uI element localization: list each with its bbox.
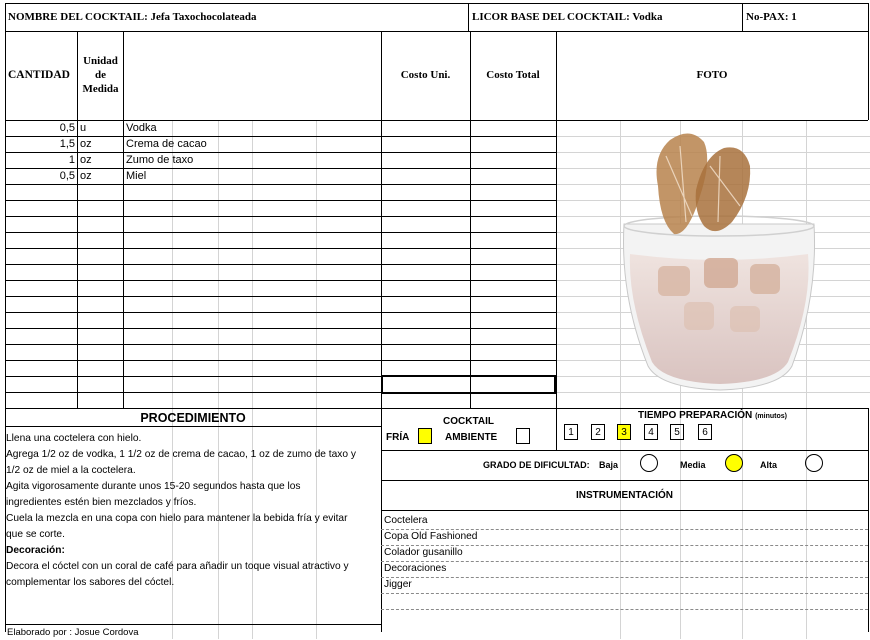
col-unit-line2: de — [95, 69, 106, 81]
instrument-item: Copa Old Fashioned — [384, 531, 478, 542]
prep-time-option[interactable]: 2 — [591, 424, 605, 440]
ingredient-qty: 1 — [68, 154, 75, 166]
prep-time-option[interactable]: 4 — [644, 424, 658, 440]
procedure-line: ingredientes estén bien mezclados y frío… — [6, 497, 197, 508]
instrument-item: Colador gusanillo — [384, 547, 463, 558]
cold-checkbox[interactable] — [418, 428, 432, 444]
ambient-label: AMBIENTE — [445, 432, 498, 443]
procedure-line: Agrega 1/2 oz de vodka, 1 1/2 oz de crem… — [6, 449, 356, 460]
difficulty-high-radio[interactable] — [805, 454, 823, 472]
difficulty-medium-radio[interactable] — [725, 454, 743, 472]
prep-time-option[interactable]: 6 — [698, 424, 712, 440]
prep-time-option[interactable]: 5 — [670, 424, 684, 440]
decoration-line: complementar los sabores del cóctel. — [6, 577, 175, 588]
ingredient-qty: 1,5 — [59, 138, 75, 150]
instrument-item: Jigger — [384, 579, 412, 590]
prep-time-unit: (minutos) — [755, 413, 787, 420]
author: Elaborado por : Josue Cordova — [7, 627, 139, 638]
difficulty-low-label: Baja — [599, 460, 619, 470]
instruments-title: INSTRUMENTACIÓN — [575, 490, 674, 501]
ingredient-unit: u — [80, 122, 87, 134]
difficulty-medium-label: Media — [680, 460, 706, 470]
ingredient-name: Miel — [126, 170, 147, 182]
ingredient-name: Zumo de taxo — [126, 154, 194, 166]
col-quantity: CANTIDAD — [8, 69, 70, 81]
cocktail-type-title: COCKTAIL — [443, 416, 494, 427]
col-unit-cost: Costo Uni. — [400, 69, 451, 81]
cocktail-photo — [600, 126, 840, 396]
procedure-line: Cuela la mezcla en una copa con hielo pa… — [6, 513, 348, 524]
col-photo: FOTO — [696, 69, 728, 81]
difficulty-title: GRADO DE DIFICULTAD: — [483, 460, 590, 470]
decoration-line: Decora el cóctel con un coral de café pa… — [6, 561, 349, 572]
cocktail-name: NOMBRE DEL COCKTAIL: Jefa Taxochocolatea… — [8, 11, 257, 23]
base-liquor: LICOR BASE DEL COCKTAIL: Vodka — [472, 11, 663, 23]
instrument-item: Coctelera — [384, 515, 428, 526]
prep-time-option-selected[interactable]: 3 — [617, 424, 631, 440]
ingredient-unit: oz — [80, 154, 92, 166]
pax-count: No-PAX: 1 — [746, 11, 797, 23]
ingredient-qty: 0,5 — [59, 122, 75, 134]
cold-label: FRÍA — [386, 432, 410, 443]
col-unit-line3: Medida — [82, 83, 119, 95]
procedure-line: Llena una coctelera con hielo. — [6, 433, 142, 444]
col-total-cost: Costo Total — [486, 69, 540, 81]
instrument-item: Decoraciones — [384, 563, 447, 574]
ingredient-unit: oz — [80, 138, 92, 150]
difficulty-low-radio[interactable] — [640, 454, 658, 472]
decoration-title: Decoración: — [6, 545, 65, 556]
ingredient-qty: 0,5 — [59, 170, 75, 182]
ingredient-name: Crema de cacao — [126, 138, 207, 150]
procedure-line: 1/2 oz de miel a la coctelera. — [6, 465, 136, 476]
prep-time-option[interactable]: 1 — [564, 424, 578, 440]
procedure-line: que se corte. — [6, 529, 65, 540]
ambient-checkbox[interactable] — [516, 428, 530, 444]
prep-time-title-text: TIEMPO PREPARACIÓN — [638, 410, 753, 421]
ingredient-name: Vodka — [126, 122, 157, 134]
difficulty-high-label: Alta — [760, 460, 778, 470]
col-unit-line1: Unidad — [83, 55, 118, 67]
procedure-title: PROCEDIMIENTO — [140, 411, 246, 425]
ingredient-unit: oz — [80, 170, 92, 182]
procedure-line: Agita vigorosamente durante unos 15-20 s… — [6, 481, 301, 492]
prep-time-title: TIEMPO PREPARACIÓN (minutos) — [638, 409, 787, 424]
